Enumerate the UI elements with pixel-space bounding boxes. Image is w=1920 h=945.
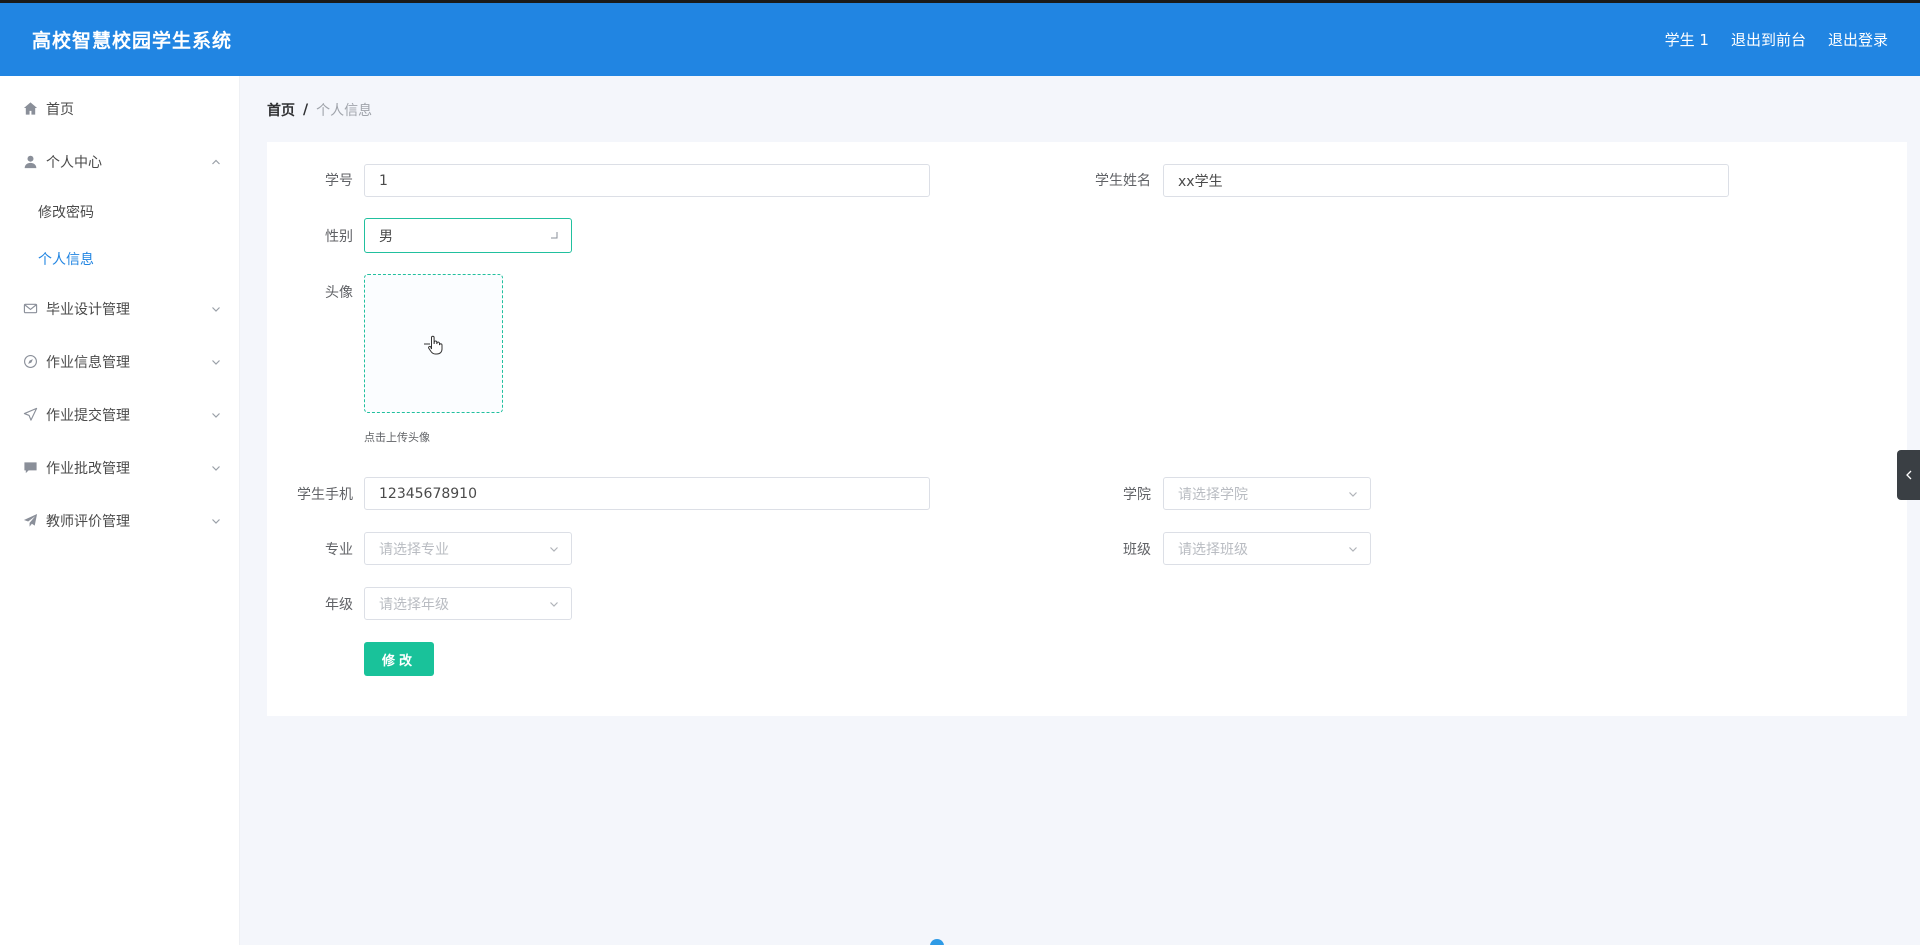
compass-icon — [22, 354, 38, 370]
sidebar-item-homework-submit[interactable]: 作业提交管理 — [0, 388, 239, 441]
college-label: 学院 — [1123, 487, 1151, 503]
sidebar-item-personal-center[interactable]: 个人中心 — [0, 135, 239, 188]
chevron-down-icon — [550, 602, 558, 607]
sidebar-item-homework-info[interactable]: 作业信息管理 — [0, 335, 239, 388]
chevron-down-icon — [212, 359, 220, 365]
home-icon — [22, 101, 38, 117]
hand-pointer-icon — [423, 335, 442, 354]
gender-select[interactable]: 男 — [364, 218, 572, 253]
sidebar-subitem-change-password[interactable]: 修改密码 — [0, 188, 239, 235]
student-no-label: 学号 — [325, 173, 353, 189]
profile-form-card: 学号 1 学生姓名 xx学生 性别 男 头像 点击上传头像 学生手机 12345… — [267, 142, 1907, 716]
chevron-down-icon — [1349, 492, 1357, 497]
breadcrumb: 首页 / 个人信息 — [267, 100, 372, 120]
breadcrumb-current: 个人信息 — [316, 103, 373, 119]
grade-select[interactable]: 请选择年级 — [364, 587, 572, 620]
sidebar-item-label: 毕业设计管理 — [46, 301, 130, 318]
phone-input[interactable]: 12345678910 — [364, 477, 930, 510]
chat-icon — [22, 460, 38, 476]
chevron-down-icon — [212, 518, 220, 524]
sidebar-item-label: 作业提交管理 — [46, 407, 130, 424]
sidebar-item-label: 首页 — [46, 101, 74, 118]
grade-select-placeholder: 请选择年级 — [379, 596, 449, 613]
major-label: 专业 — [325, 542, 353, 558]
resize-corner-icon — [551, 232, 558, 239]
breadcrumb-separator: / — [303, 102, 309, 118]
paper-plane-icon — [22, 513, 38, 529]
class-select-placeholder: 请选择班级 — [1178, 541, 1248, 558]
scroll-indicator-dot — [930, 939, 944, 945]
sidebar-item-label: 作业批改管理 — [46, 460, 130, 477]
chevron-down-icon — [212, 412, 220, 418]
chevron-down-icon — [1349, 547, 1357, 552]
top-header: 高校智慧校园学生系统 学生 1 退出到前台 退出登录 — [0, 0, 1920, 76]
phone-label: 学生手机 — [297, 487, 353, 503]
class-label: 班级 — [1123, 542, 1151, 558]
avatar-upload-tip: 点击上传头像 — [364, 431, 430, 444]
college-select-placeholder: 请选择学院 — [1178, 486, 1248, 503]
side-panel-toggle[interactable] — [1897, 450, 1920, 500]
sidebar-subitem-personal-info[interactable]: 个人信息 — [0, 235, 239, 282]
chevron-up-icon — [212, 159, 220, 164]
major-select[interactable]: 请选择专业 — [364, 532, 572, 565]
avatar-label: 头像 — [325, 285, 353, 301]
avatar-upload[interactable] — [364, 274, 503, 413]
breadcrumb-home[interactable]: 首页 — [267, 100, 295, 120]
sidebar-item-home[interactable]: 首页 — [0, 82, 239, 135]
gender-select-value: 男 — [379, 228, 393, 245]
chevron-left-icon — [1905, 470, 1911, 480]
sidebar: 首页 个人中心 修改密码 个人信息 毕业设计管理 作业信息管理 作业提交管理 作… — [0, 76, 240, 945]
gender-label: 性别 — [325, 229, 353, 245]
header-nav: 学生 1 退出到前台 退出登录 — [1665, 29, 1888, 50]
mail-icon — [22, 301, 38, 317]
student-no-input[interactable]: 1 — [364, 164, 930, 197]
logout-link[interactable]: 退出登录 — [1828, 29, 1888, 50]
grade-label: 年级 — [325, 597, 353, 613]
chevron-down-icon — [550, 547, 558, 552]
send-icon — [22, 407, 38, 423]
sidebar-item-label: 个人中心 — [46, 154, 102, 171]
app-title: 高校智慧校园学生系统 — [32, 30, 233, 52]
submit-update-button[interactable]: 修改 — [364, 642, 434, 676]
class-select[interactable]: 请选择班级 — [1163, 532, 1371, 565]
chevron-down-icon — [212, 306, 220, 312]
sidebar-item-homework-grading[interactable]: 作业批改管理 — [0, 441, 239, 494]
sidebar-item-label: 作业信息管理 — [46, 354, 130, 371]
sidebar-item-graduation-design[interactable]: 毕业设计管理 — [0, 282, 239, 335]
sidebar-item-label: 教师评价管理 — [46, 513, 130, 530]
college-select[interactable]: 请选择学院 — [1163, 477, 1371, 510]
user-icon — [22, 154, 38, 170]
exit-to-front-link[interactable]: 退出到前台 — [1731, 29, 1806, 50]
student-name-input[interactable]: xx学生 — [1163, 164, 1729, 197]
current-user-link[interactable]: 学生 1 — [1665, 29, 1709, 50]
major-select-placeholder: 请选择专业 — [379, 541, 449, 558]
student-name-label: 学生姓名 — [1095, 173, 1151, 189]
chevron-down-icon — [212, 465, 220, 471]
sidebar-item-teacher-evaluation[interactable]: 教师评价管理 — [0, 494, 239, 547]
